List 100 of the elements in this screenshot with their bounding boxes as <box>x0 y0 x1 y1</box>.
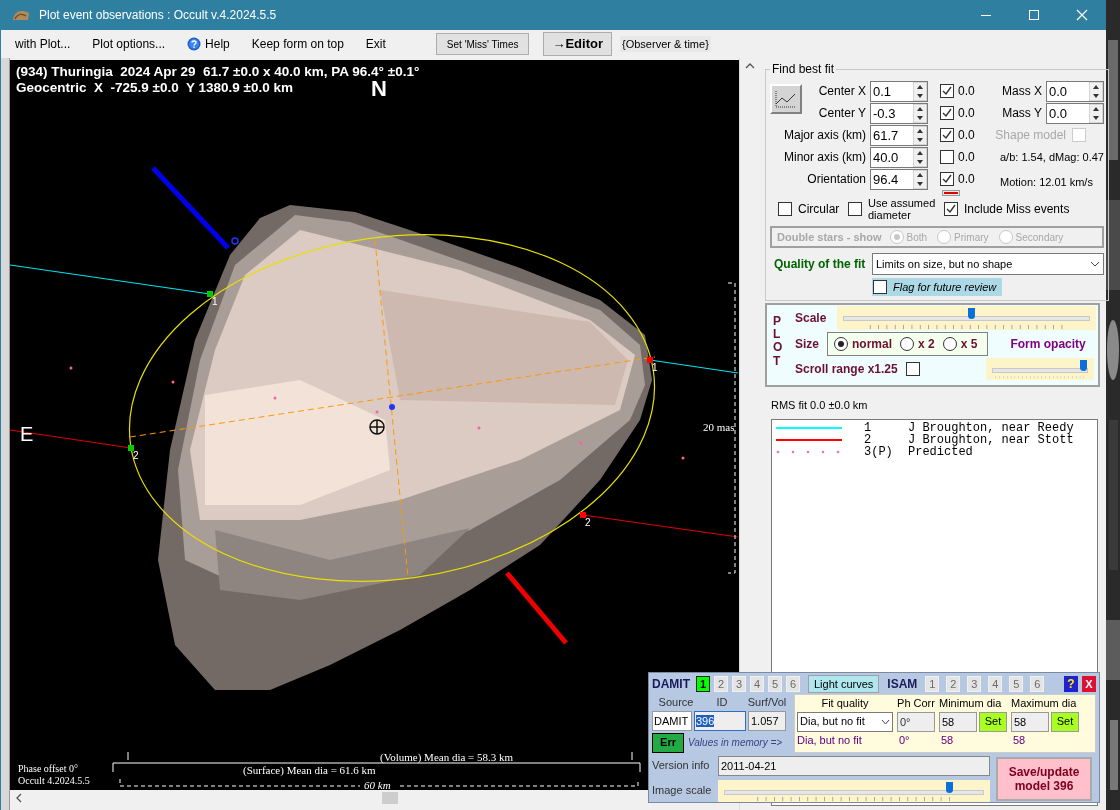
checkbox[interactable] <box>778 202 792 216</box>
number-field[interactable]: 96.4 <box>870 168 928 190</box>
memory-value: Dia, but no fit <box>797 732 863 748</box>
reading-text: 0.0 <box>958 83 976 100</box>
checkbox[interactable] <box>940 84 954 98</box>
plot-heading: (934) Thuringia 2024 Apr 29 61.7 ±0.0 x 40.0 km, PA 96.4° ±0.1° <box>16 64 420 79</box>
legend-name: J Broughton, near Stott <box>908 434 1074 446</box>
close-button[interactable]: X <box>1082 676 1096 692</box>
graph-icon <box>775 90 797 108</box>
field-label: Minimum dia <box>939 696 1003 711</box>
text-field[interactable]: 2011-04-21 <box>718 755 990 776</box>
editor-button[interactable]: →Editor <box>543 32 612 56</box>
text-field[interactable]: 0° <box>897 711 935 732</box>
plot-panel-title: PLOT <box>773 315 784 370</box>
quality-dropdown[interactable]: Limits on size, but no shape <box>872 253 1104 275</box>
model-tab[interactable]: 1 <box>696 676 710 692</box>
text-field[interactable]: 396 <box>694 710 746 731</box>
slider[interactable] <box>718 779 990 802</box>
checkbox[interactable] <box>905 362 920 376</box>
model-tab[interactable]: 4 <box>750 676 764 692</box>
observer-time-label: {Observer & time} <box>620 35 711 53</box>
model-tab[interactable]: 5 <box>1009 676 1024 692</box>
menu-item[interactable]: Keep form on top <box>251 35 344 53</box>
find-fit-button[interactable] <box>770 84 802 114</box>
group-title: Find best fit <box>771 61 836 78</box>
field-label: Surf/Vol <box>746 695 788 710</box>
version-label: Occult 4.2024.5.5 <box>18 775 90 786</box>
reading-text: 0.0 <box>958 171 976 188</box>
model-tab[interactable]: 3 <box>967 676 982 692</box>
window-title: Plot event observations : Occult v.4.2024.5.5 <box>39 7 278 24</box>
checkbox[interactable] <box>873 280 887 294</box>
checkbox-label: Circular <box>798 201 840 218</box>
field-label: Source <box>657 695 695 710</box>
set-button[interactable]: Set <box>979 711 1007 732</box>
text-field[interactable]: 58 <box>939 711 977 732</box>
save-update-button[interactable]: Save/update model 396 <box>996 756 1092 801</box>
ratio-text: a/b: 1.54, dMag: 0.47 <box>1000 149 1104 165</box>
close-icon <box>1076 9 1088 21</box>
text-field[interactable]: 58 <box>1011 711 1049 732</box>
field-label: Major axis (km) <box>783 127 867 144</box>
line-indicator-icon <box>942 190 960 196</box>
panel-title: ISAM <box>887 676 918 693</box>
reading-text: 0.0 <box>958 149 976 166</box>
text-field[interactable]: DAMIT <box>652 710 692 731</box>
field-label: Maximum dia <box>1011 696 1078 711</box>
north-label: N <box>371 76 387 101</box>
checkbox[interactable] <box>940 150 954 164</box>
model-tab[interactable]: 4 <box>988 676 1003 692</box>
field-label: ID <box>715 695 729 710</box>
fit-quality-dropdown[interactable]: Dia, but no fit <box>797 711 893 732</box>
checkbox[interactable] <box>944 202 958 216</box>
slider[interactable] <box>986 358 1094 380</box>
help-button[interactable]: ? <box>1064 676 1078 692</box>
set-button[interactable]: Set <box>1051 711 1079 732</box>
radio-button[interactable] <box>942 337 957 351</box>
number-field[interactable]: 0.0 <box>1046 102 1104 124</box>
flag-option[interactable]: Flag for future review <box>872 278 1003 296</box>
menu-item[interactable]: Plot options... <box>92 35 166 53</box>
phase-offset-label: Phase offset 0° <box>18 763 78 774</box>
radio-label: x 2 <box>918 336 935 353</box>
model-tab[interactable]: 2 <box>946 676 961 692</box>
light-curves-button[interactable]: Light curves <box>808 675 880 693</box>
menu-item[interactable]: with Plot... <box>15 35 71 53</box>
model-tab[interactable]: 2 <box>714 676 728 692</box>
target-icon <box>369 419 385 435</box>
legend-name: Predicted <box>908 446 973 458</box>
number-field[interactable]: 40.0 <box>870 146 928 168</box>
radio-button[interactable] <box>900 337 914 351</box>
slider-thumb[interactable] <box>945 781 953 793</box>
checkbox[interactable] <box>940 128 954 142</box>
rms-text: RMS fit 0.0 ±0.0 km <box>771 398 869 413</box>
set-miss-times-button[interactable]: Set 'Miss' Times <box>435 33 530 55</box>
text-field[interactable]: 1.057 <box>748 710 786 731</box>
reading-text: 0.0 <box>958 105 976 122</box>
err-button[interactable]: Err <box>652 732 684 753</box>
legend-number: 2 <box>864 434 872 446</box>
model-tab[interactable]: 1 <box>925 676 940 692</box>
memory-value: 0° <box>899 732 911 748</box>
spin-arrows-icon <box>913 147 927 167</box>
scrollbar-thumb[interactable] <box>382 792 398 804</box>
slider-thumb[interactable] <box>967 308 975 319</box>
field-label: Center Y <box>817 105 867 122</box>
field-label: Mass X <box>1001 83 1043 100</box>
checkbox[interactable] <box>848 202 862 216</box>
menu-item[interactable]: Exit <box>365 35 386 53</box>
checkbox[interactable] <box>940 172 954 186</box>
model-tab[interactable]: 6 <box>786 676 800 692</box>
radio-button[interactable] <box>834 337 848 351</box>
slider-thumb[interactable] <box>1080 360 1087 371</box>
number-field[interactable]: 0.1 <box>870 80 928 102</box>
model-tab[interactable]: 5 <box>768 676 782 692</box>
slider[interactable] <box>837 306 1096 330</box>
number-field[interactable]: 61.7 <box>870 124 928 146</box>
checkbox[interactable] <box>940 106 954 120</box>
model-tab[interactable]: 3 <box>732 676 746 692</box>
number-field[interactable]: 0.0 <box>1046 80 1104 102</box>
menu-item[interactable]: Help <box>187 35 230 53</box>
radio-label: Secondary <box>1015 230 1064 245</box>
number-field[interactable]: -0.3 <box>870 102 928 124</box>
model-tab[interactable]: 6 <box>1030 676 1045 692</box>
